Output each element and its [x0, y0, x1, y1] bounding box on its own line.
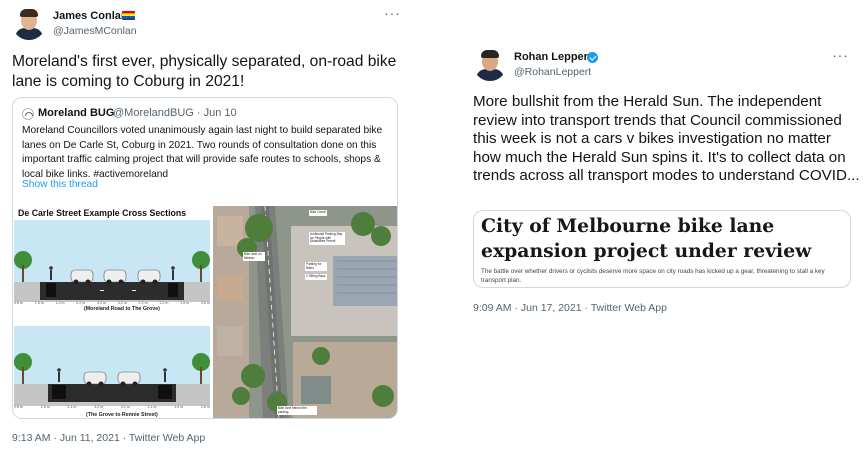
map-note-2: Additional Parking Bay for People with D…: [309, 232, 345, 245]
map-note-3: Bike lane on Median: [243, 252, 265, 262]
tweet-rohan-leppert: Rohan Leppert @RohanLeppert ··· More bul…: [460, 38, 862, 328]
tweet-timestamp[interactable]: 9:09 AM · Jun 17, 2021 · Twitter Web App: [473, 302, 667, 314]
cross-section-1: 3.6 m 1.5 m 1.0 m 2.2 m 3.2 m 3.2 m 2.2 m 1.0 m…: [14, 220, 210, 312]
quoted-tweet[interactable]: Moreland BUG @MorelandBUG · Jun 10 Morel…: [12, 97, 398, 419]
show-thread-link[interactable]: Show this thread: [22, 179, 98, 190]
section-2-dimensions: 2.6 m 1.5 m 2.1 m 3.2 m 3.2 m 2.1 m 1.5 m 2.6 m: [14, 405, 210, 409]
author-name[interactable]: James Conlan: [53, 10, 128, 22]
author-name[interactable]: Rohan Leppert: [514, 51, 592, 63]
cross-section-1-illustration: [14, 220, 210, 302]
avatar[interactable]: [473, 47, 507, 81]
cross-section-diagram[interactable]: De Carle Street Example Cross Sections 3…: [13, 206, 211, 418]
section-1-dimensions: 3.6 m 1.5 m 1.0 m 2.2 m 3.2 m 3.2 m 2.2 m 1.0 m…: [14, 301, 210, 305]
section-2-caption: (The Grove to Rennie Street): [86, 412, 158, 418]
author-handle[interactable]: @RohanLeppert: [514, 66, 591, 78]
more-options-icon[interactable]: ···: [832, 48, 849, 62]
quoted-author-meta: @MorelandBUG · Jun 10: [113, 107, 237, 119]
aerial-map-image[interactable]: Bike Corral Additional Parking Bay for P…: [213, 206, 397, 418]
tweet-james-conlan: James Conlan @JamesMConlan ··· Moreland'…: [0, 0, 410, 455]
author-handle[interactable]: @JamesMConlan: [53, 25, 137, 37]
article-link-card[interactable]: City of Melbourne bike lane expansion pr…: [473, 210, 851, 288]
cross-section-2: 2.6 m 1.5 m 2.1 m 3.2 m 3.2 m 2.1 m 1.5 m 2.6 m…: [14, 326, 210, 418]
avatar[interactable]: [12, 6, 46, 40]
tweet-text: Moreland's first ever, physically separa…: [12, 53, 397, 90]
quoted-avatar: [22, 108, 34, 120]
quoted-author-name: Moreland BUG: [38, 107, 115, 119]
more-options-icon[interactable]: ···: [384, 6, 401, 20]
rainbow-flag-icon: [122, 11, 135, 20]
map-note-4: Parking for Bikes: [305, 262, 327, 272]
map-note-1: Bike Corral: [309, 210, 327, 216]
map-note-5: 2 Sitting Bays: [305, 274, 327, 280]
diagram-title: De Carle Street Example Cross Sections: [18, 208, 187, 218]
quoted-text: Moreland Councillors voted unanimously a…: [22, 125, 383, 180]
article-description: The battle over whether drivers or cycli…: [481, 268, 825, 284]
tweet-timestamp[interactable]: 9:13 AM · Jun 11, 2021 · Twitter Web App: [12, 432, 205, 444]
map-note-6: Bike lane behind the parking: [277, 406, 317, 416]
verified-badge-icon: [587, 52, 598, 63]
section-1-caption: (Moreland Road to The Grove): [84, 306, 160, 312]
article-title: City of Melbourne bike lane expansion pr…: [481, 215, 812, 262]
tweet-text: More bullshit from the Herald Sun. The i…: [473, 93, 860, 185]
aerial-map-illustration: [213, 206, 397, 418]
